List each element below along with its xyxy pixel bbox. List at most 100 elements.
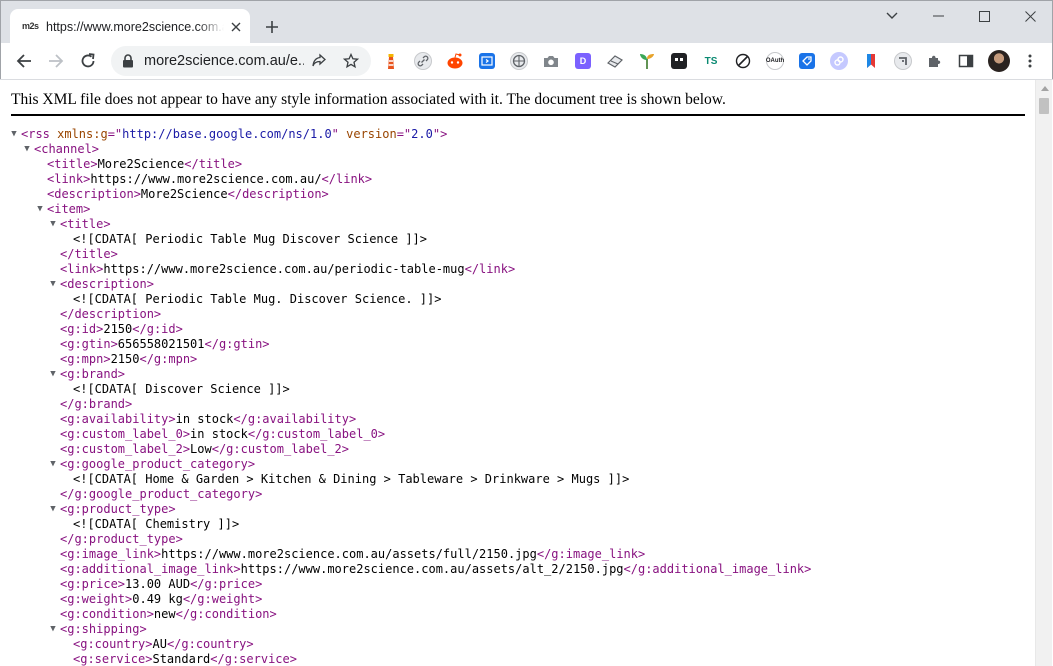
extension-tab-icon[interactable] bbox=[669, 51, 689, 71]
collapse-triangle-icon[interactable]: ▼ bbox=[9, 127, 19, 142]
scroll-up-arrow-icon[interactable] bbox=[1036, 80, 1053, 97]
xml-tag: <g:price> bbox=[60, 577, 126, 591]
xml-line: <g:mpn>2150</g:mpn> bbox=[1, 352, 1035, 367]
xml-style-notice: This XML file does not appear to have an… bbox=[11, 90, 1025, 116]
xml-tag: <g:id> bbox=[60, 322, 104, 336]
xml-tag: <title> bbox=[47, 157, 98, 171]
extension-globe-icon[interactable] bbox=[509, 51, 529, 71]
browser-tab[interactable]: m2s https://www.more2science.com.au/ bbox=[10, 9, 250, 44]
xml-line: </g:brand> bbox=[1, 397, 1035, 412]
extension-camera-icon[interactable] bbox=[541, 51, 561, 71]
collapse-triangle-icon[interactable]: ▼ bbox=[48, 622, 58, 637]
xml-tag: </g:brand> bbox=[60, 397, 133, 411]
browser-menu-icon[interactable] bbox=[1020, 52, 1040, 70]
xml-tag: =" bbox=[107, 127, 123, 141]
xml-line: <g:image_link>https://www.more2science.c… bbox=[1, 547, 1035, 562]
xml-line: ▼ <g:google_product_category> bbox=[1, 457, 1035, 472]
extension-reddit-icon[interactable] bbox=[445, 51, 465, 71]
url-text[interactable]: more2science.com.au/e... bbox=[144, 52, 304, 70]
extension-lighthouse-icon[interactable] bbox=[381, 51, 401, 71]
xml-tag: </description> bbox=[227, 187, 329, 201]
xml-line: ▼ <item> bbox=[1, 202, 1035, 217]
minimize-button[interactable] bbox=[915, 1, 961, 31]
extension-chain-icon[interactable] bbox=[829, 51, 849, 71]
xml-tag: </g:price> bbox=[190, 577, 263, 591]
xml-tag: <item> bbox=[47, 202, 91, 216]
xml-tag: </title> bbox=[184, 157, 243, 171]
forward-arrow-icon[interactable] bbox=[41, 46, 71, 76]
scrollbar-thumb[interactable] bbox=[1039, 98, 1049, 114]
collapse-triangle-icon[interactable]: ▼ bbox=[35, 202, 45, 217]
xml-line: <g:custom_label_2>Low</g:custom_label_2> bbox=[1, 442, 1035, 457]
vertical-scrollbar[interactable] bbox=[1035, 80, 1052, 666]
share-icon[interactable] bbox=[310, 52, 328, 70]
xml-tag: <g:google_product_category> bbox=[60, 457, 256, 471]
collapse-triangle-icon[interactable]: ▼ bbox=[48, 502, 58, 517]
xml-tag: </g:availability> bbox=[233, 412, 357, 426]
extension-feather-icon[interactable] bbox=[733, 51, 753, 71]
xml-text: 2150 bbox=[110, 352, 140, 366]
collapse-triangle-icon[interactable]: ▼ bbox=[48, 217, 58, 232]
xml-attribute: xmlns:g bbox=[57, 127, 108, 141]
xml-tag: </link> bbox=[464, 262, 516, 276]
extension-link-icon[interactable] bbox=[413, 51, 433, 71]
extensions-puzzle-icon[interactable] bbox=[925, 51, 945, 71]
extension-ts-icon[interactable]: TS bbox=[701, 51, 721, 71]
xml-line: <g:id>2150</g:id> bbox=[1, 322, 1035, 337]
collapse-triangle-icon[interactable]: ▼ bbox=[48, 277, 58, 292]
xml-tag: <link> bbox=[47, 172, 91, 186]
xml-line: <![CDATA[ Discover Science ]]> bbox=[1, 382, 1035, 397]
xml-line: <g:condition>new</g:condition> bbox=[1, 607, 1035, 622]
xml-attribute: version bbox=[346, 127, 397, 141]
side-panel-icon[interactable] bbox=[956, 51, 976, 71]
xml-tag: </g:id> bbox=[132, 322, 183, 336]
extension-code-icon[interactable] bbox=[477, 51, 497, 71]
tab-search-chevron-icon[interactable] bbox=[869, 1, 915, 31]
profile-avatar[interactable] bbox=[988, 50, 1010, 72]
maximize-button[interactable] bbox=[961, 1, 1007, 31]
xml-text: 656558021501 bbox=[117, 337, 205, 351]
xml-text: More2Science bbox=[140, 187, 228, 201]
extension-tag-icon[interactable] bbox=[797, 51, 817, 71]
xml-tag: <description> bbox=[47, 187, 141, 201]
close-window-button[interactable] bbox=[1007, 1, 1053, 31]
extension-bookmark-icon[interactable] bbox=[861, 51, 881, 71]
xml-text: Low bbox=[190, 442, 212, 456]
tab-strip: m2s https://www.more2science.com.au/ bbox=[0, 0, 1053, 44]
tab-close-icon[interactable] bbox=[228, 19, 244, 35]
address-bar[interactable]: more2science.com.au/e... bbox=[111, 46, 371, 76]
xml-tag: <g:shipping> bbox=[60, 622, 147, 636]
xml-attribute: 2.0 bbox=[411, 127, 433, 141]
xml-tag: </g:weight> bbox=[182, 592, 263, 606]
xml-tag: <g:country> bbox=[73, 637, 153, 651]
xml-tag: </g:product_type> bbox=[60, 532, 183, 546]
xml-line: </g:google_product_category> bbox=[1, 487, 1035, 502]
xml-text: in stock bbox=[190, 427, 248, 441]
xml-tag: </g:condition> bbox=[175, 607, 277, 621]
extension-d-icon[interactable]: D bbox=[573, 51, 593, 71]
xml-line: <g:gtin>656558021501</g:gtin> bbox=[1, 337, 1035, 352]
xml-tag: <g:custom_label_2> bbox=[60, 442, 191, 456]
extension-oauth-icon[interactable]: OAuth bbox=[765, 51, 785, 71]
extension-leaf-icon[interactable] bbox=[637, 51, 657, 71]
reload-icon[interactable] bbox=[73, 46, 103, 76]
back-arrow-icon[interactable] bbox=[9, 46, 39, 76]
xml-line: </description> bbox=[1, 307, 1035, 322]
xml-tag: </g:image_link> bbox=[536, 547, 646, 561]
xml-tag: <g:service> bbox=[73, 652, 153, 666]
page-content: This XML file does not appear to have an… bbox=[1, 80, 1035, 666]
extension-arrow-icon[interactable] bbox=[893, 51, 913, 71]
extension-eraser-icon[interactable] bbox=[605, 51, 625, 71]
collapse-triangle-icon[interactable]: ▼ bbox=[22, 142, 32, 157]
collapse-triangle-icon[interactable]: ▼ bbox=[48, 367, 58, 382]
xml-line: <g:price>13.00 AUD</g:price> bbox=[1, 577, 1035, 592]
xml-text: https://www.more2science.com.au/assets/f… bbox=[161, 547, 537, 561]
collapse-triangle-icon[interactable]: ▼ bbox=[48, 457, 58, 472]
lock-icon[interactable] bbox=[121, 54, 135, 68]
xml-tag: </g:additional_image_link> bbox=[623, 562, 812, 576]
new-tab-button[interactable] bbox=[260, 15, 284, 39]
xml-tag: <g:custom_label_0> bbox=[60, 427, 191, 441]
xml-tag: <g:gtin> bbox=[60, 337, 118, 351]
xml-tag: <g:mpn> bbox=[60, 352, 111, 366]
bookmark-star-icon[interactable] bbox=[342, 52, 360, 70]
